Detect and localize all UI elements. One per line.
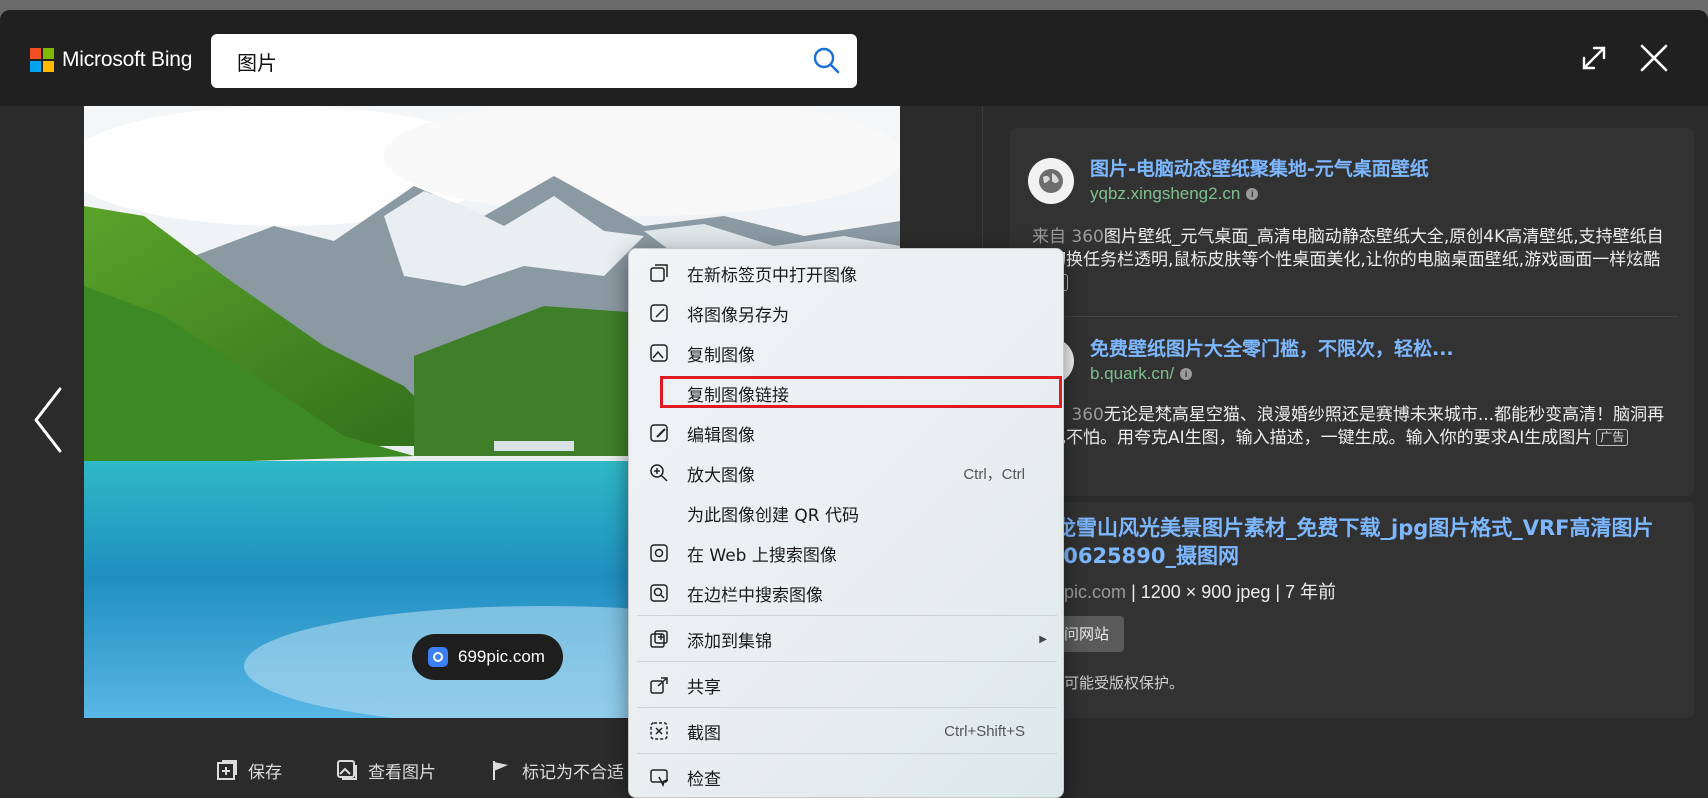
image-source-label: 699pic.com: [458, 647, 545, 666]
open-new-tab-icon: [650, 264, 668, 282]
menu-item-label: 复制图像: [687, 345, 755, 366]
menu-item-inspect[interactable]: 检查: [633, 759, 1061, 795]
image-source-pill[interactable]: 699pic.com: [412, 634, 563, 680]
ad-domain: b.quark.cn/ i: [1090, 364, 1193, 384]
menu-item-shortcut: Ctrl，Ctrl: [963, 465, 1025, 483]
menu-item-zoom-image[interactable]: 放大图像 Ctrl，Ctrl: [633, 455, 1061, 491]
menu-item-edit-image[interactable]: 编辑图像: [633, 415, 1061, 451]
menu-item-label: 添加到集锦: [687, 631, 772, 652]
menu-item-label: 检查: [687, 769, 721, 790]
view-image-button[interactable]: 查看图片: [336, 758, 436, 783]
flag-inappropriate-button[interactable]: 标记为不合适: [490, 758, 624, 783]
result-meta: 699pic.com | 1200 × 900 jpeg | 7 年前: [1034, 578, 1336, 604]
ad-domain: yqbz.xingsheng2.cn i: [1090, 184, 1259, 204]
save-button[interactable]: 保存: [216, 758, 282, 783]
highlight-box: [660, 376, 1062, 408]
ad-title[interactable]: 免费壁纸图片大全零门槛，不限次，轻松...: [1090, 334, 1454, 361]
previous-image-arrow-icon[interactable]: [30, 385, 70, 455]
menu-item-search-web[interactable]: 在 Web 上搜索图像: [633, 535, 1061, 571]
view-image-icon: [337, 760, 357, 780]
brand-name: Microsoft Bing: [62, 48, 193, 71]
result-meta-text: | 1200 × 900 jpeg | 7 年前: [1126, 582, 1337, 602]
menu-separator: [637, 707, 1057, 708]
save-image-icon: [650, 304, 668, 322]
ad-description: 来自 360无论是梵高星空猫、浪漫婚纱照还是赛博未来城市...都能秒变高清！脑洞…: [1032, 404, 1672, 450]
microsoft-logo-icon: [30, 48, 54, 72]
menu-item-label: 放大图像: [687, 465, 755, 486]
menu-item-create-qr[interactable]: 为此图像创建 QR 代码: [633, 495, 1061, 531]
submenu-arrow-icon: ▶: [1039, 633, 1047, 645]
info-icon[interactable]: i: [1246, 188, 1259, 200]
result-card: 玉龙雪山风光美景图片素材_免费下载_jpg图片格式_VRF高清图片5006258…: [1010, 502, 1694, 718]
menu-item-label: 编辑图像: [687, 425, 755, 446]
info-icon[interactable]: i: [1180, 368, 1193, 380]
expand-icon[interactable]: [1576, 40, 1612, 76]
result-title[interactable]: 玉龙雪山风光美景图片素材_免费下载_jpg图片格式_VRF高清图片5006258…: [1034, 514, 1686, 570]
menu-item-label: 截图: [687, 723, 721, 744]
ad-badge: 广告: [1596, 429, 1629, 446]
menu-item-add-to-collections[interactable]: 添加到集锦 ▶: [633, 621, 1061, 657]
copy-image-icon: [650, 344, 668, 362]
menu-item-label: 在新标签页中打开图像: [687, 265, 857, 286]
menu-item-label: 在 Web 上搜索图像: [687, 545, 837, 566]
menu-item-save-image-as[interactable]: 将图像另存为: [633, 295, 1061, 331]
ad-domain-text: yqbz.xingsheng2.cn: [1090, 184, 1241, 203]
menu-item-label: 在边栏中搜索图像: [687, 585, 823, 606]
zoom-in-icon: [650, 464, 668, 482]
save-label: 保存: [248, 762, 282, 783]
screenshot-icon: [650, 722, 668, 740]
ad-domain-text: b.quark.cn/: [1090, 364, 1175, 383]
ad-description-text: 无论是梵高星空猫、浪漫婚纱照还是赛博未来城市...都能秒变高清！脑洞再大也不怕。…: [1032, 405, 1665, 448]
web-search-image-icon: [650, 544, 668, 562]
flag-label: 标记为不合适: [522, 762, 624, 783]
menu-item-label: 为此图像创建 QR 代码: [687, 505, 860, 526]
menu-item-search-sidebar[interactable]: 在边栏中搜索图像: [633, 575, 1061, 611]
card-separator: [1028, 316, 1678, 317]
flag-icon: [493, 761, 508, 780]
share-icon: [650, 677, 668, 694]
close-icon[interactable]: [1636, 40, 1672, 76]
globe-icon: [1028, 158, 1074, 204]
ad-description: 来自 360图片壁纸_元气桌面_高清电脑动静态壁纸大全,原创4K高清壁纸,支持壁…: [1032, 226, 1672, 295]
menu-item-shortcut: Ctrl+Shift+S: [944, 722, 1025, 740]
view-image-label: 查看图片: [368, 762, 436, 783]
ad-title[interactable]: 图片-电脑动态壁纸聚集地-元气桌面壁纸: [1090, 154, 1429, 181]
save-icon: [217, 760, 237, 780]
search-input[interactable]: [237, 47, 777, 75]
edit-image-icon: [650, 424, 668, 442]
menu-item-screenshot[interactable]: 截图 Ctrl+Shift+S: [633, 713, 1061, 749]
bing-brand[interactable]: Microsoft Bing: [30, 48, 192, 72]
menu-separator: [637, 615, 1057, 616]
search-icon[interactable]: [811, 45, 843, 77]
menu-item-open-new-tab[interactable]: 在新标签页中打开图像: [633, 255, 1061, 291]
collections-icon: [650, 630, 668, 648]
menu-item-label: 将图像另存为: [687, 305, 789, 326]
image-actions-bar: 保存 查看图片 标记为不合适: [216, 750, 624, 790]
ad-source: 来自 360: [1032, 227, 1104, 247]
menu-separator: [637, 753, 1057, 754]
context-menu: 在新标签页中打开图像 将图像另存为 复制图像 复制图像链接 编辑图像 放大图像 …: [628, 248, 1064, 798]
search-box: [211, 34, 857, 88]
menu-item-copy-image[interactable]: 复制图像: [633, 335, 1061, 371]
menu-separator: [637, 661, 1057, 662]
source-site-icon: [428, 647, 448, 667]
menu-item-label: 共享: [687, 677, 721, 698]
sidebar-search-icon: [650, 584, 668, 602]
ad-card: 图片-电脑动态壁纸聚集地-元气桌面壁纸 yqbz.xingsheng2.cn i…: [1010, 128, 1694, 496]
inspect-icon: [650, 769, 669, 787]
menu-item-share[interactable]: 共享: [633, 667, 1061, 703]
ad-description-text: 图片壁纸_元气桌面_高清电脑动静态壁纸大全,原创4K高清壁纸,支持壁纸自动切换任…: [1032, 227, 1664, 270]
viewer-header: Microsoft Bing: [0, 10, 1708, 106]
